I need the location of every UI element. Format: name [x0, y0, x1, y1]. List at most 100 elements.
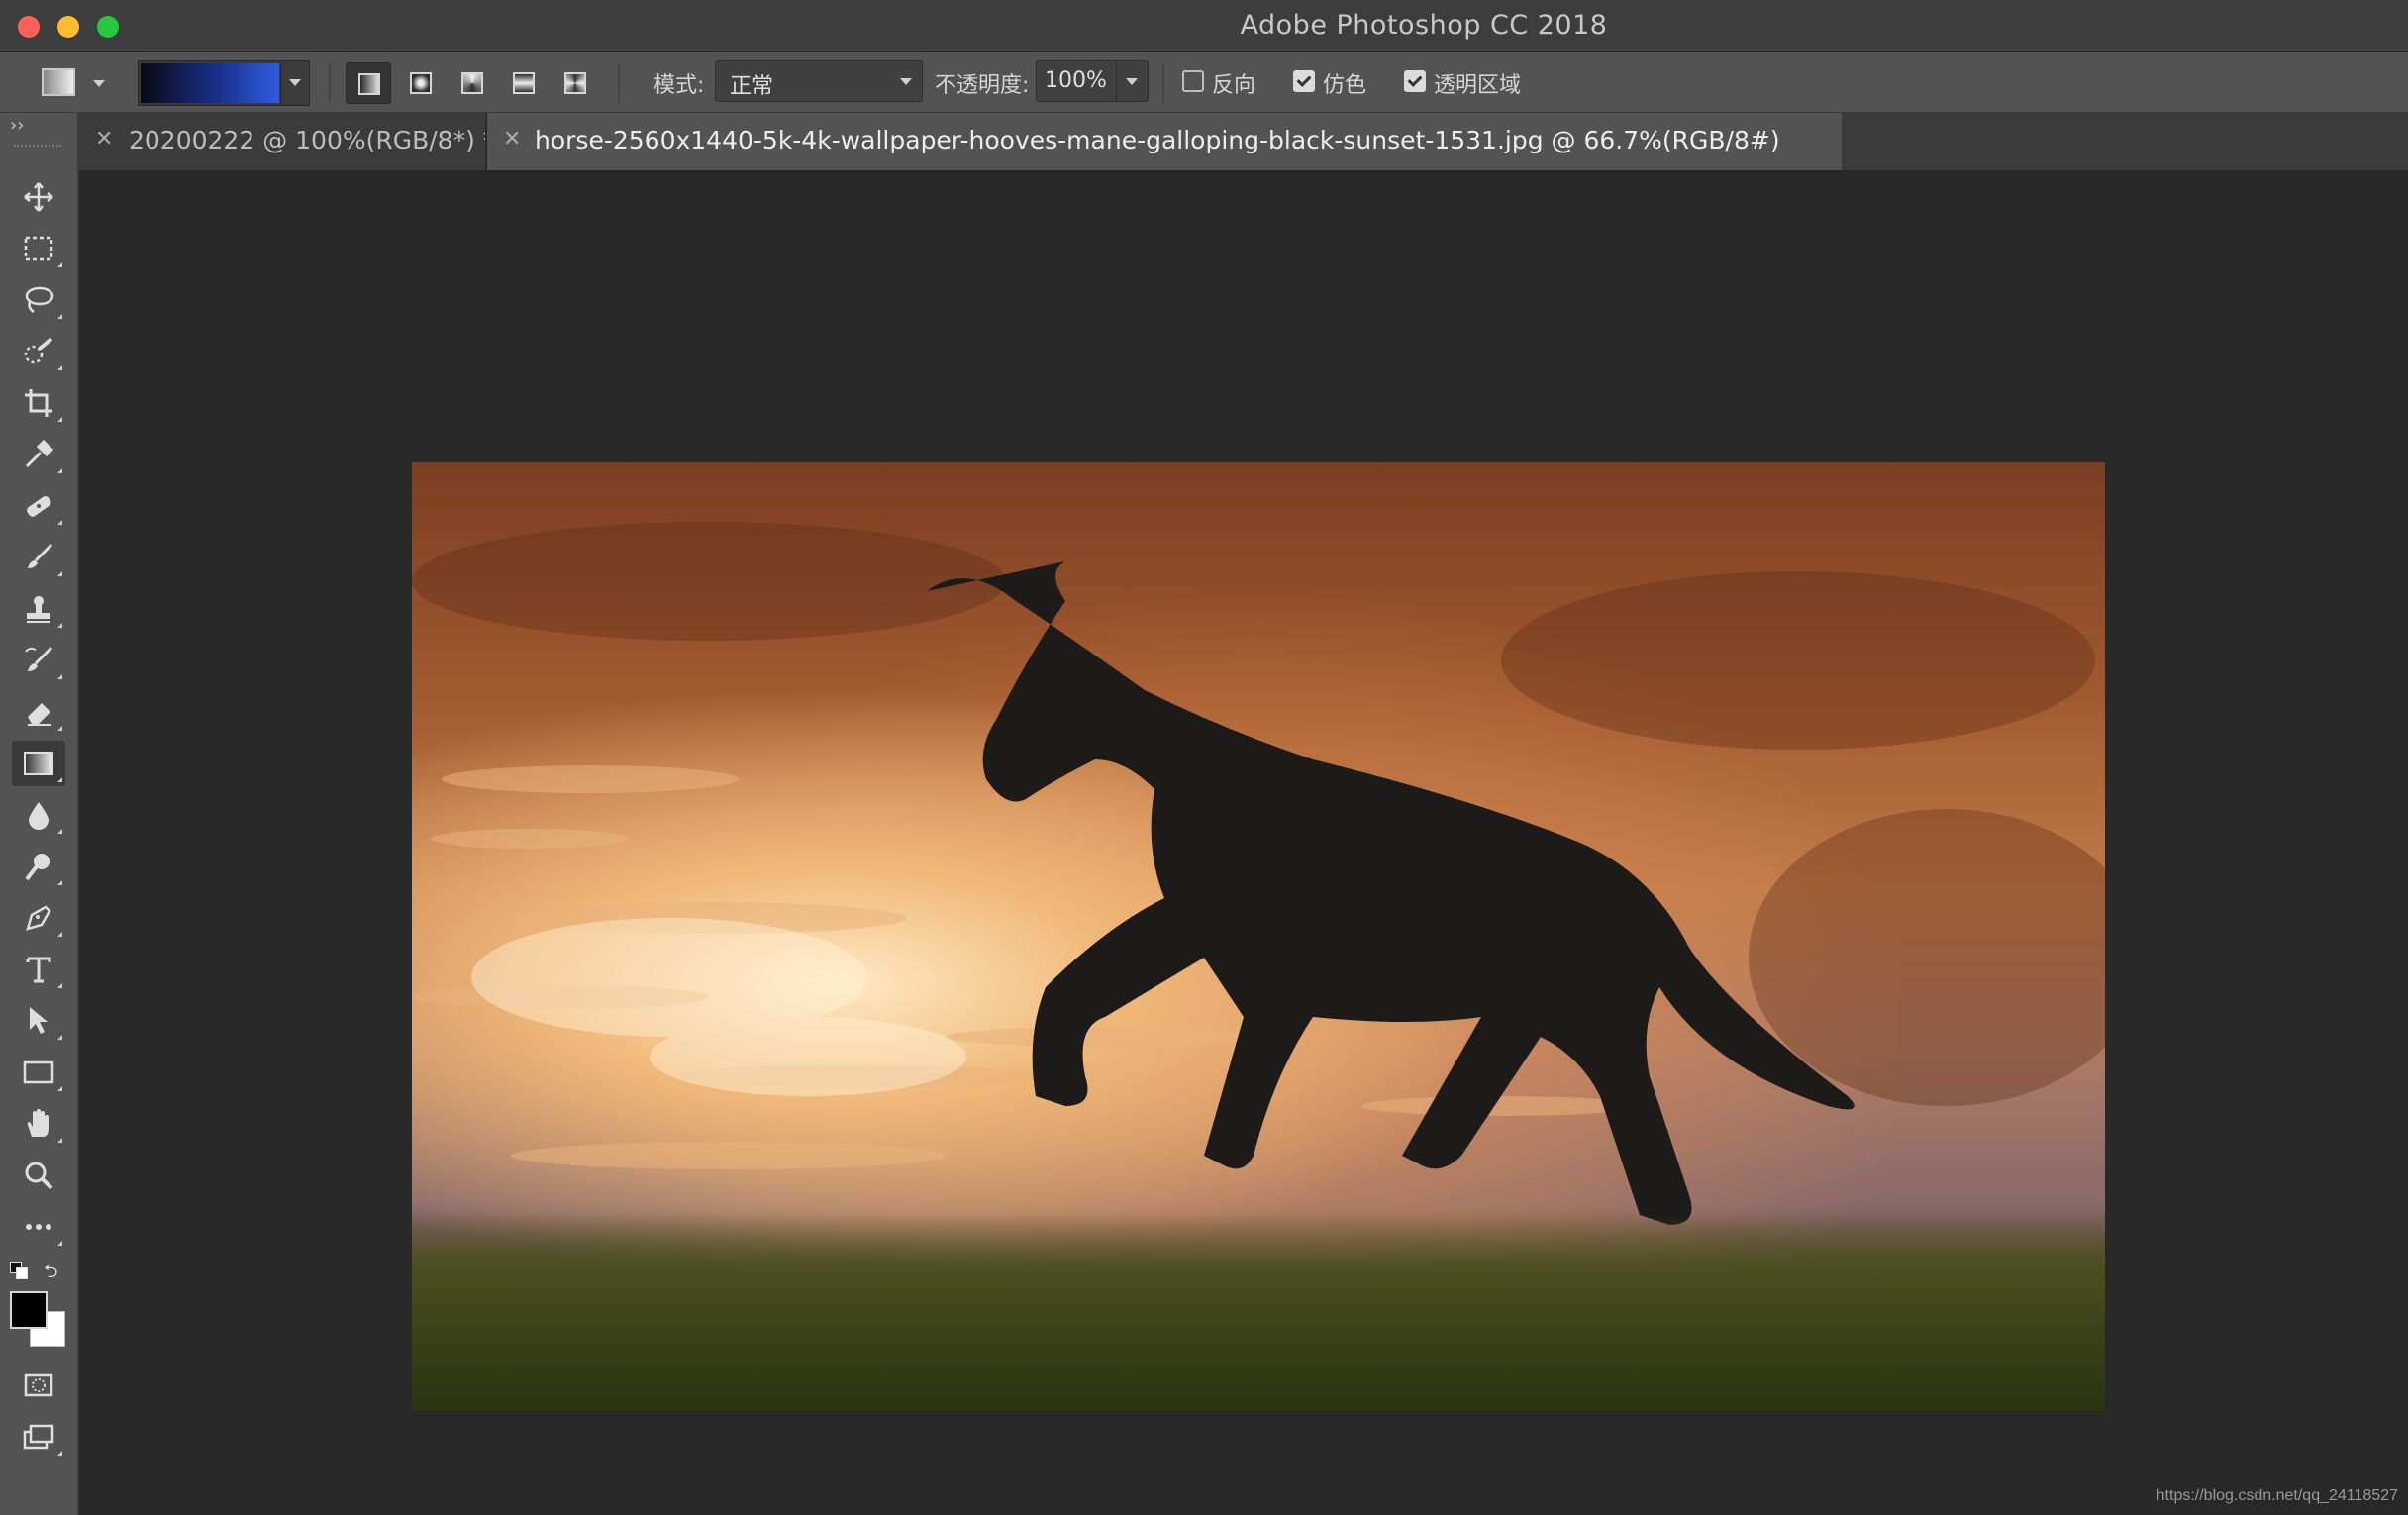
- document-tab-label: horse-2560x1440-5k-4k-wallpaper-hooves-m…: [535, 126, 1780, 154]
- arrow-pointer-icon: [30, 1007, 48, 1034]
- magnifier-icon: [25, 1162, 53, 1190]
- pen-tool[interactable]: [12, 895, 65, 941]
- quick-selection-tool[interactable]: [12, 329, 65, 374]
- stamp-icon: [27, 596, 50, 623]
- foreground-color-swatch[interactable]: [10, 1291, 48, 1329]
- divider: [1116, 61, 1117, 101]
- divider: [1162, 62, 1164, 102]
- angle-gradient-button[interactable]: [450, 62, 493, 102]
- gradient-preview[interactable]: [141, 63, 279, 103]
- opacity-label: 不透明度:: [935, 73, 1030, 98]
- gradient-dropdown-button[interactable]: [280, 61, 309, 105]
- marquee-icon: [24, 236, 53, 261]
- opacity-field[interactable]: 100%: [1036, 60, 1149, 102]
- crop-icon: [25, 389, 52, 417]
- title-bar: Adobe Photoshop CC 2018: [0, 0, 2408, 52]
- document-tab-bar: ✕ 20200222 @ 100%(RGB/8*) * ✕ horse-2560…: [79, 113, 2408, 171]
- linear-gradient-icon: [358, 73, 380, 95]
- reverse-label: 反向: [1212, 73, 1256, 98]
- blur-tool[interactable]: [12, 792, 65, 838]
- type-icon: [26, 957, 51, 983]
- divider: [618, 62, 620, 102]
- screen-mode-icon: [23, 1424, 54, 1450]
- eyedropper-icon: [25, 439, 54, 468]
- close-tab-icon[interactable]: ✕: [503, 127, 521, 152]
- edit-toolbar[interactable]: [12, 1204, 65, 1250]
- reverse-checkbox[interactable]: [1182, 70, 1204, 92]
- eraser-tool[interactable]: [12, 689, 65, 735]
- dither-checkbox[interactable]: [1293, 70, 1315, 92]
- eyedropper-tool[interactable]: [12, 432, 65, 477]
- crop-tool[interactable]: [12, 380, 65, 426]
- brush-tool[interactable]: [12, 535, 65, 580]
- document-tab-label: 20200222 @ 100%(RGB/8*) *: [129, 126, 496, 154]
- zoom-tool[interactable]: [12, 1153, 65, 1198]
- clone-stamp-tool[interactable]: [12, 586, 65, 632]
- chevron-down-icon: [1126, 78, 1138, 85]
- mode-select[interactable]: 正常: [715, 60, 923, 102]
- document-tab-active[interactable]: ✕ horse-2560x1440-5k-4k-wallpaper-hooves…: [487, 113, 1842, 170]
- bandage-icon: [27, 496, 51, 517]
- radial-gradient-icon: [410, 72, 432, 94]
- default-colors-icon[interactable]: [10, 1262, 28, 1279]
- rectangular-marquee-tool[interactable]: [12, 226, 65, 271]
- close-tab-icon[interactable]: ✕: [95, 127, 113, 152]
- dither-label: 仿色: [1323, 73, 1367, 98]
- document-tab[interactable]: ✕ 20200222 @ 100%(RGB/8*) *: [79, 113, 495, 170]
- hand-icon: [27, 1109, 49, 1137]
- hand-tool[interactable]: [12, 1101, 65, 1147]
- type-tool[interactable]: [12, 947, 65, 992]
- linear-gradient-button[interactable]: [346, 62, 391, 104]
- divider: [329, 62, 331, 102]
- horse-photo[interactable]: [412, 462, 2105, 1411]
- gradient-icon: [24, 752, 53, 775]
- healing-brush-tool[interactable]: [12, 483, 65, 529]
- chevron-down-icon: [900, 78, 912, 85]
- history-brush-tool[interactable]: [12, 638, 65, 683]
- tool-preset-picker[interactable]: [42, 66, 105, 96]
- screen-mode-button[interactable]: [12, 1414, 65, 1460]
- gradient-tool[interactable]: [12, 741, 65, 786]
- rectangle-icon: [23, 1060, 54, 1084]
- rectangle-tool[interactable]: [12, 1050, 65, 1095]
- brush-icon: [28, 543, 53, 568]
- drop-icon: [29, 802, 49, 830]
- panel-grip[interactable]: [14, 145, 61, 151]
- reflected-gradient-button[interactable]: [501, 62, 545, 102]
- pen-icon: [26, 905, 51, 931]
- collapse-panel-icon[interactable]: ››: [10, 115, 24, 136]
- quick-selection-icon: [24, 337, 53, 364]
- chevron-down-icon: [93, 80, 105, 87]
- eraser-icon: [28, 703, 51, 726]
- transparency-checkbox[interactable]: [1404, 70, 1426, 92]
- diamond-gradient-icon: [564, 72, 586, 94]
- lasso-tool[interactable]: [12, 277, 65, 323]
- gradient-picker[interactable]: [138, 60, 310, 106]
- angle-gradient-icon: [461, 72, 483, 94]
- dodge-tool[interactable]: [12, 844, 65, 889]
- mode-value: 正常: [730, 74, 774, 99]
- options-bar: 模式: 正常 不透明度: 100% 反向 仿色 透明区域: [0, 52, 2408, 114]
- transparency-label: 透明区域: [1434, 73, 1522, 98]
- gradient-tool-preset-icon: [42, 68, 75, 96]
- mode-label: 模式:: [653, 73, 705, 98]
- chevron-down-icon: [289, 79, 301, 86]
- diamond-gradient-button[interactable]: [552, 62, 596, 102]
- quick-mask-mode-button[interactable]: [12, 1363, 65, 1408]
- grass-field: [412, 1213, 2105, 1411]
- watermark: https://blog.csdn.net/qq_24118527: [2156, 1487, 2398, 1504]
- move-icon: [24, 182, 53, 212]
- move-tool[interactable]: [12, 174, 65, 220]
- window-title: Adobe Photoshop CC 2018: [1240, 10, 1608, 41]
- radial-gradient-button[interactable]: [398, 62, 442, 102]
- canvas-area[interactable]: [79, 171, 2408, 1515]
- lasso-icon: [25, 286, 54, 314]
- quick-mask-icon: [24, 1373, 53, 1397]
- more-icon: [26, 1224, 51, 1230]
- swap-colors-icon[interactable]: ⮌: [44, 1260, 63, 1282]
- history-brush-icon: [25, 646, 53, 671]
- opacity-value: 100%: [1045, 68, 1107, 93]
- tools-panel: ›› ⮌: [0, 113, 79, 1515]
- path-selection-tool[interactable]: [12, 998, 65, 1044]
- dodge-icon: [25, 854, 50, 881]
